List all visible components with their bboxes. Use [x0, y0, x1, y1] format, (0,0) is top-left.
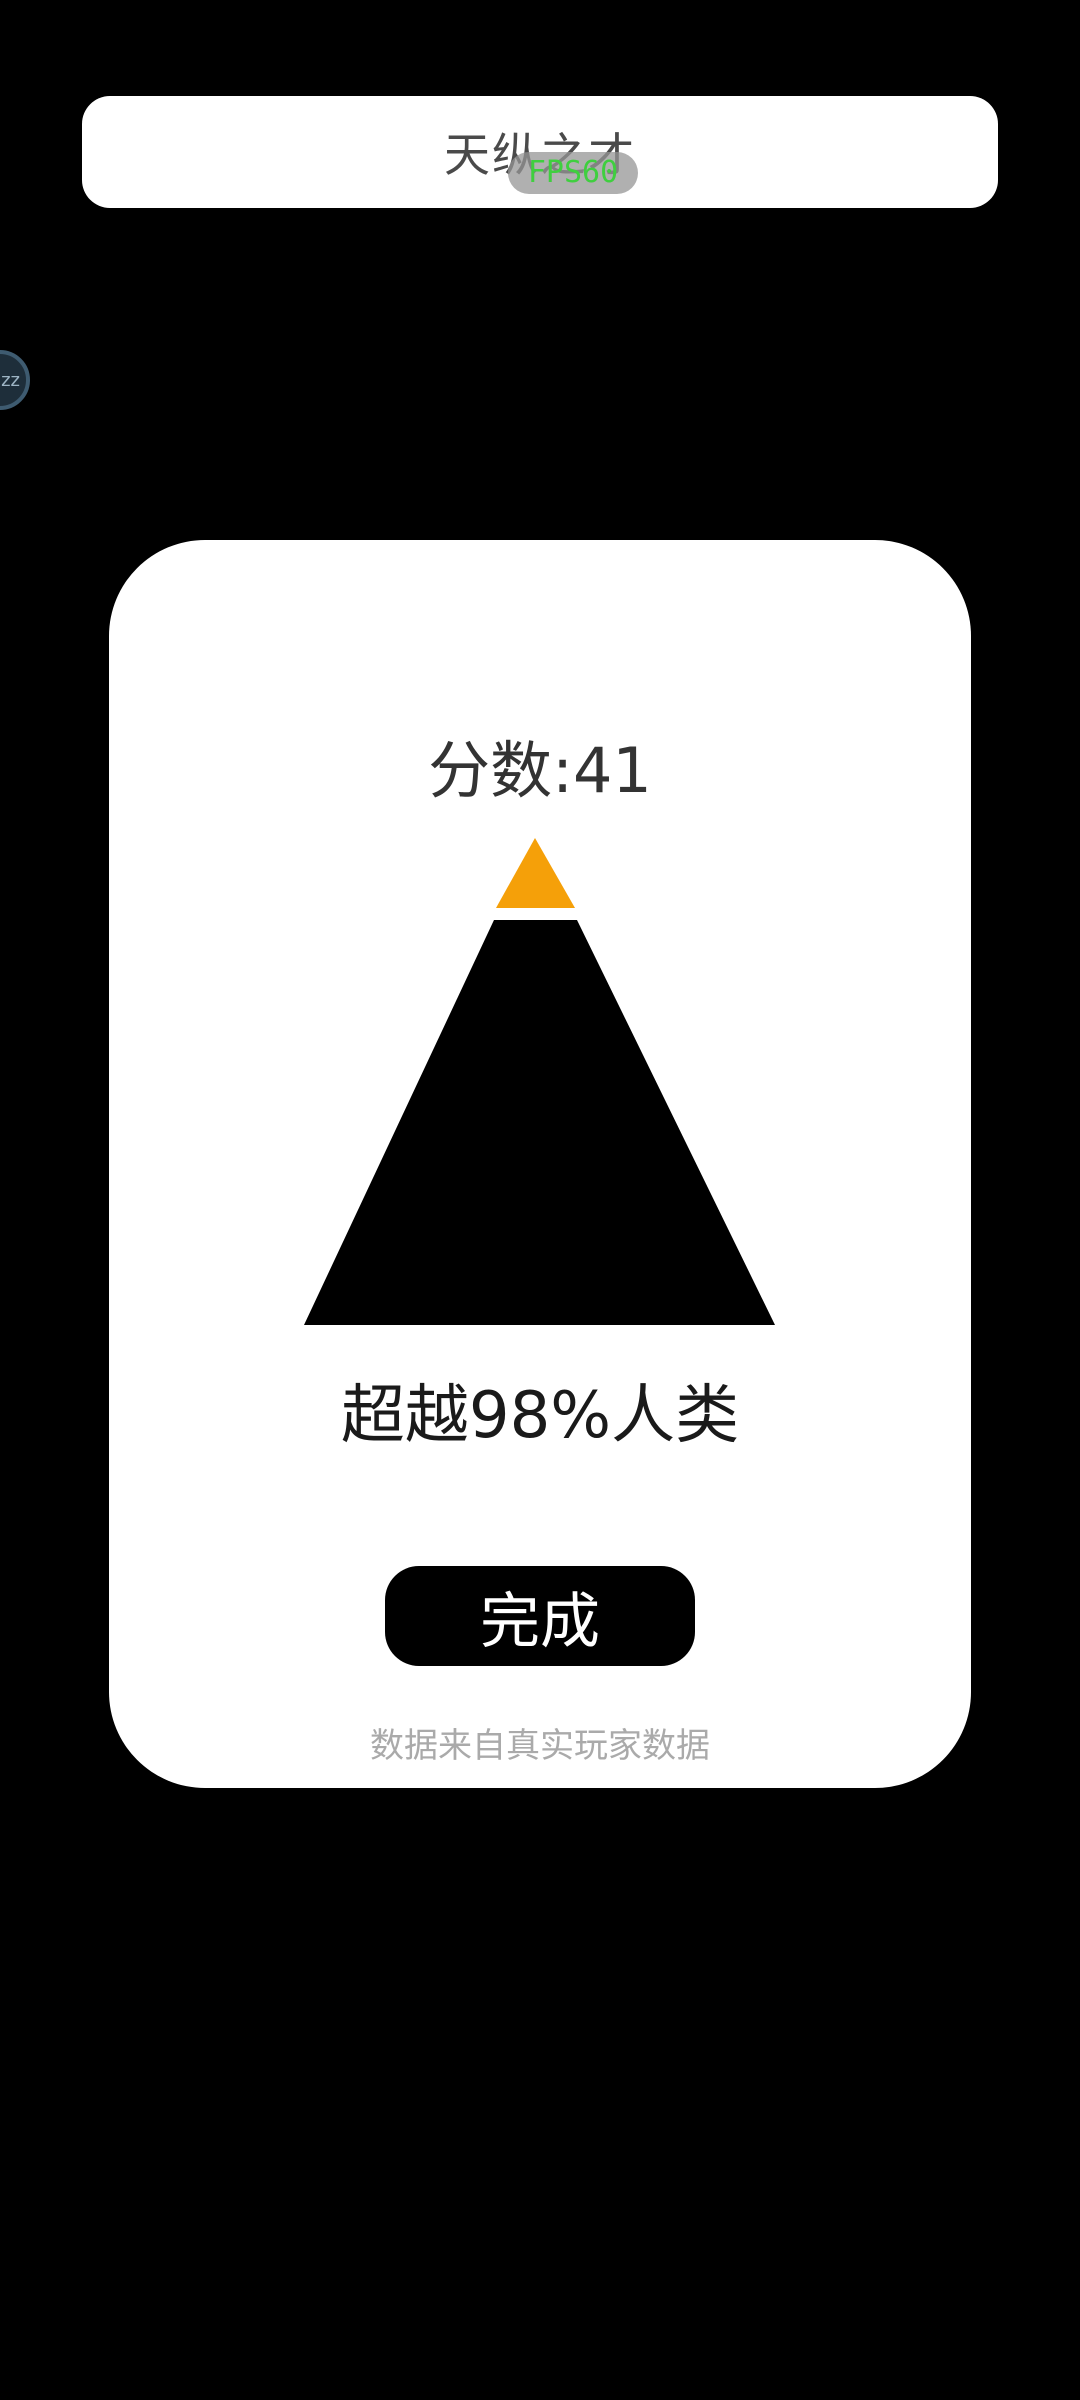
done-button-label: 完成 — [480, 1586, 600, 1657]
done-button[interactable]: 完成 — [385, 1566, 695, 1666]
pyramid-base — [304, 920, 775, 1325]
floating-assistant-bubble[interactable]: zz — [0, 350, 30, 410]
floating-bubble-label: zz — [1, 369, 20, 391]
result-card: 分数:41 超越98%人类 完成 数据来自真实玩家数据 — [109, 540, 971, 1788]
pyramid-top-highlight — [496, 838, 575, 908]
game-result-screen: 天纵之才 FPS60 zz 分数:41 超越98%人类 完成 数据来自真实玩家数… — [0, 0, 1080, 2400]
fps-counter-badge: FPS60 — [508, 152, 638, 194]
rank-pyramid — [304, 838, 775, 1325]
data-source-note: 数据来自真实玩家数据 — [370, 1726, 710, 1766]
percentile-text: 超越98%人类 — [340, 1379, 740, 1453]
